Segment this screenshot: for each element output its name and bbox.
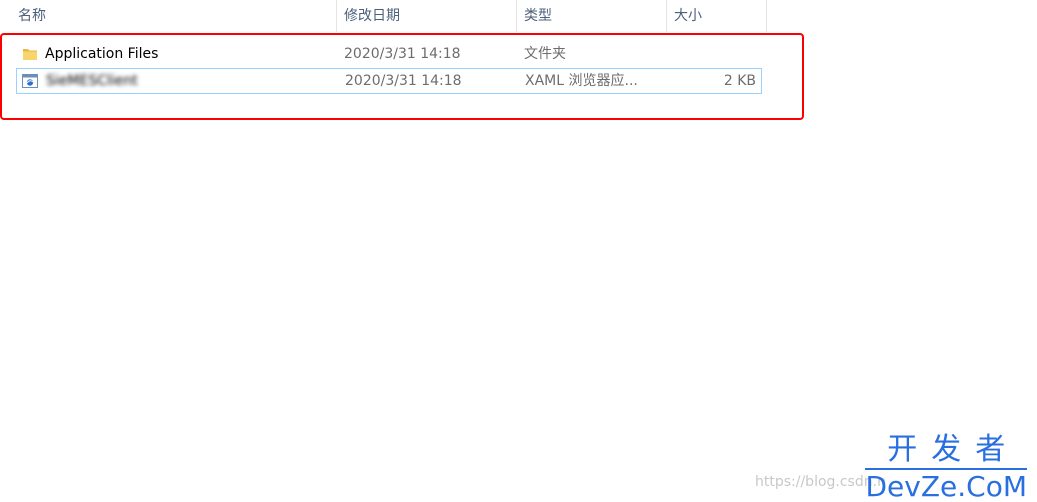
folder-icon — [22, 46, 38, 62]
column-header-date[interactable]: 修改日期 — [337, 0, 516, 32]
file-explorer-view: ^ 名称 修改日期 类型 大小 Application Files 2020/3… — [0, 0, 1037, 502]
devze-watermark-cn: 开发者 — [887, 432, 1020, 467]
column-header-size[interactable]: 大小 — [667, 0, 766, 32]
column-divider[interactable] — [766, 0, 767, 32]
devze-watermark-en: DevZe.CoM — [865, 470, 1027, 502]
file-type: XAML 浏览器应... — [525, 73, 638, 89]
file-row[interactable]: Application Files 2020/3/31 14:18 文件夹 — [16, 41, 762, 67]
column-header-type[interactable]: 类型 — [517, 0, 666, 32]
file-name: SieMESClient — [46, 73, 138, 89]
file-type: 文件夹 — [524, 46, 566, 62]
file-row[interactable]: SieMESClient 2020/3/31 14:18 XAML 浏览器应..… — [16, 68, 762, 94]
column-header-name[interactable]: 名称 — [11, 0, 336, 32]
file-size: 2 KB — [723, 73, 756, 89]
file-modified: 2020/3/31 14:18 — [344, 46, 461, 62]
file-name: Application Files — [45, 46, 159, 62]
xbap-app-icon — [22, 73, 38, 89]
column-header-bar: ^ 名称 修改日期 类型 大小 — [0, 0, 767, 32]
file-modified: 2020/3/31 14:18 — [345, 73, 462, 89]
devze-watermark-logo: 开发者 DevZe.CoM — [865, 433, 1027, 502]
